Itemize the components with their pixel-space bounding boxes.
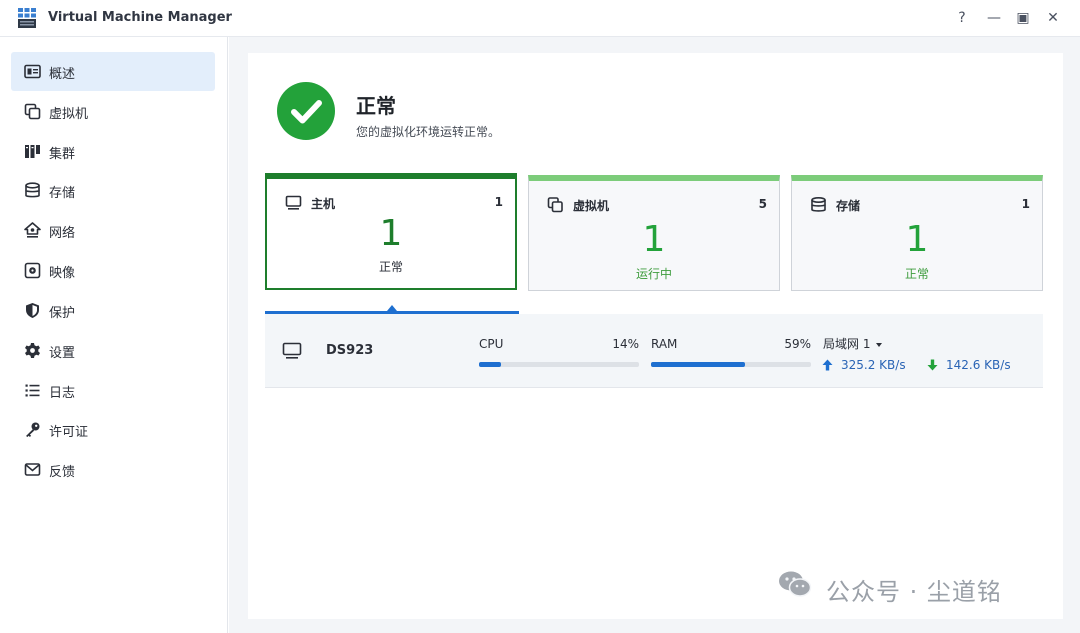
sidebar-item-label: 存储 [49,186,76,201]
ram-percent: 59% [784,337,811,351]
sidebar-item-label: 概述 [49,67,76,82]
sidebar-item-label: 日志 [49,386,76,401]
key-icon [26,422,40,437]
card-value: 1 [905,219,929,260]
upload-rate: 325.2 KB/s [822,358,906,372]
virtual-machine-icon [547,197,563,213]
gear-icon [25,343,40,358]
host-card[interactable]: 主机 1 1 正常 [265,173,517,290]
monitor-icon [285,195,302,210]
sidebar-item-label: 反馈 [49,465,76,480]
sidebar-item-license[interactable]: 许可证 [11,410,215,449]
storage-icon [25,182,40,198]
host-row[interactable]: DS923 CPU 14% RAM 59% 局域网 1 325.2 KB/s 1… [265,314,1043,388]
sidebar-item-virtual-machine[interactable]: 虚拟机 [11,92,215,131]
arrow-down-icon [927,359,938,371]
ram-usage-fill [651,362,746,367]
sidebar-item-feedback[interactable]: 反馈 [11,450,215,489]
check-circle-icon [277,82,335,140]
sidebar: 概述 虚拟机 集群 存储 网络 映像 保护 设置 日志 许可证 反馈 [0,37,228,633]
storage-icon [811,197,826,212]
monitor-icon [282,342,302,359]
main-area: 正常 您的虚拟化环境运转正常。 主机 1 1 正常 虚拟机 5 1 运行中 存储… [229,37,1080,633]
sidebar-item-label: 设置 [49,346,76,361]
sidebar-item-log[interactable]: 日志 [11,371,215,410]
app-logo-icon [18,8,36,28]
help-button[interactable]: ? [952,8,972,28]
sidebar-item-storage[interactable]: 存储 [11,171,215,210]
storage-card[interactable]: 存储 1 1 正常 [791,175,1043,291]
card-status: 正常 [378,260,403,274]
download-rate-value: 142.6 KB/s [946,358,1011,372]
network-select-label: 局域网 1 [823,337,871,351]
minimize-button[interactable]: — [984,8,1004,28]
sidebar-item-label: 网络 [49,226,76,241]
wechat-icon [779,571,812,597]
card-value: 1 [642,219,666,260]
virtual-machine-card[interactable]: 虚拟机 5 1 运行中 [528,175,780,291]
card-title: 存储 [836,199,861,213]
ram-usage-bar [651,362,811,367]
card-title: 主机 [311,197,336,211]
network-icon [24,222,41,238]
network-select[interactable]: 局域网 1 [823,335,883,352]
sidebar-item-settings[interactable]: 设置 [11,331,215,370]
chevron-down-icon [876,342,883,347]
sidebar-item-label: 保护 [49,306,76,321]
status-description: 您的虚拟化环境运转正常。 [356,125,501,139]
sidebar-item-cluster[interactable]: 集群 [11,132,215,171]
image-icon [24,262,41,279]
close-button[interactable]: ✕ [1043,8,1063,28]
title-bar: Virtual Machine Manager ? — ▣ ✕ [0,0,1080,37]
overview-icon [24,64,41,79]
card-status: 正常 [904,267,929,281]
cpu-usage-fill [479,362,502,367]
card-count: 5 [758,197,767,211]
shield-icon [26,303,39,318]
card-count: 1 [1021,197,1030,211]
ram-label: RAM [651,337,678,351]
card-value: 1 [379,213,403,254]
sidebar-item-label: 虚拟机 [49,107,89,122]
sidebar-item-label: 映像 [49,266,76,281]
cpu-usage-bar [479,362,639,367]
mail-icon [24,463,41,476]
window-title: Virtual Machine Manager [48,10,232,25]
download-rate: 142.6 KB/s [927,358,1011,372]
sidebar-item-overview[interactable]: 概述 [11,52,215,91]
log-list-icon [25,384,40,397]
card-title: 虚拟机 [573,199,610,213]
sidebar-item-label: 集群 [49,147,76,162]
virtual-machine-icon [24,103,41,120]
sidebar-item-protection[interactable]: 保护 [11,291,215,330]
status-title: 正常 [356,94,396,118]
host-name: DS923 [326,343,374,358]
cpu-percent: 14% [612,337,639,351]
watermark-text: 公众号 · 尘道铭 [826,578,1002,606]
card-status: 运行中 [635,267,672,281]
sidebar-item-label: 许可证 [49,425,89,440]
sidebar-item-network[interactable]: 网络 [11,211,215,250]
upload-rate-value: 325.2 KB/s [841,358,906,372]
arrow-up-icon [822,359,833,371]
cpu-label: CPU [479,337,504,351]
card-count: 1 [494,195,503,209]
maximize-button[interactable]: ▣ [1013,8,1033,28]
sidebar-item-image[interactable]: 映像 [11,251,215,290]
overview-panel: 正常 您的虚拟化环境运转正常。 主机 1 1 正常 虚拟机 5 1 运行中 存储… [248,53,1063,619]
cluster-icon [25,145,40,158]
